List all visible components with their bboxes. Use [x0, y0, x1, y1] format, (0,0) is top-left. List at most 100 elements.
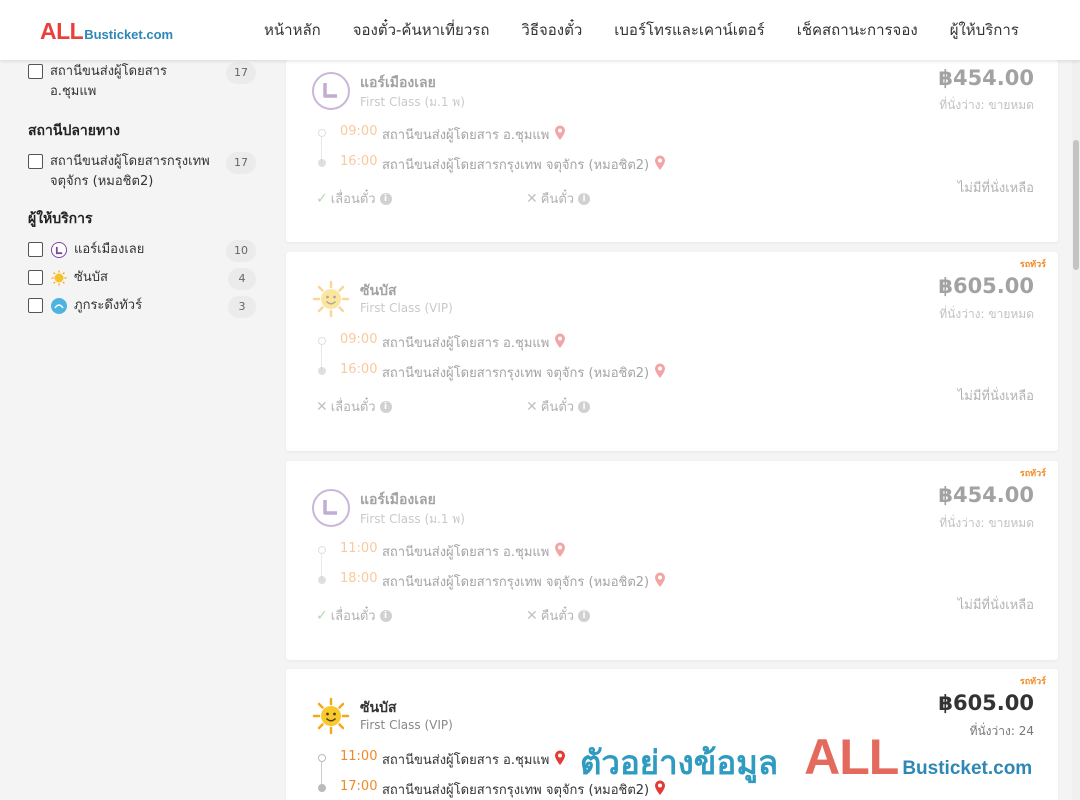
seats-available: ที่นั่งว่าง: ขายหมด	[939, 98, 1034, 112]
cross-icon: ✕	[526, 607, 538, 624]
site-logo[interactable]: ALL Busticket.com	[40, 18, 173, 45]
ticket-price: ฿454.00	[938, 483, 1034, 507]
info-icon[interactable]: i	[379, 192, 392, 205]
operator-label: ภูกระดึงทัวร์	[74, 298, 143, 313]
map-pin-icon[interactable]	[654, 572, 666, 592]
phukradueng-icon	[51, 298, 67, 314]
depart-dot	[318, 754, 326, 762]
scrollbar-thumb[interactable]	[1073, 140, 1079, 270]
trip-card[interactable]: รถทัวร์ ซันบัส First Class (VIP) ฿605.00…	[286, 669, 1058, 800]
operator-filter-row[interactable]: ซันบัส 4	[28, 268, 256, 290]
nav-check-booking[interactable]: เช็คสถานะการจอง	[781, 18, 934, 42]
ticket-price: ฿454.00	[938, 66, 1034, 90]
refund-label: คืนตั๋ว	[540, 192, 575, 207]
info-icon[interactable]: i	[578, 400, 591, 413]
operator-name: ซันบัส	[360, 283, 397, 299]
arrive-station: สถานีขนส่งผู้โดยสารกรุงเทพ จตุจักร (หมอช…	[382, 571, 666, 592]
arrive-dot	[318, 576, 326, 584]
depart-dot	[318, 129, 326, 137]
depart-station: สถานีขนส่งผู้โดยสาร อ.ชุมแพ	[382, 124, 566, 145]
destination-checkbox[interactable]	[28, 154, 43, 169]
ticket-price: ฿605.00	[938, 691, 1034, 715]
no-seats-label: ไม่มีที่นั่งเหลือ	[957, 598, 1034, 613]
reschedule-label: เลื่อนตั๋ว	[330, 400, 376, 415]
refund-policy: ✕ คืนตั๋ว i	[526, 188, 591, 209]
map-pin-icon[interactable]	[654, 155, 666, 175]
refund-label: คืนตั๋ว	[540, 400, 575, 415]
map-pin-icon[interactable]	[654, 780, 666, 800]
arrive-station: สถานีขนส่งผู้โดยสารกรุงเทพ จตุจักร (หมอช…	[382, 779, 666, 800]
reschedule-policy: ✕ เลื่อนตั๋ว i	[316, 396, 392, 417]
trip-card[interactable]: รถทัวร์ แอร์เมืองเลย First Class (ม.1 พ)…	[286, 461, 1058, 660]
depart-time: 11:00	[340, 541, 378, 556]
nav-how-to-book[interactable]: วิธีจองตั๋ว	[505, 18, 598, 42]
refund-label: คืนตั๋ว	[540, 609, 575, 624]
arrive-station-name: สถานีขนส่งผู้โดยสารกรุงเทพ จตุจักร (หมอช…	[382, 575, 650, 590]
operator-filter-row[interactable]: แอร์เมืองเลย 10	[28, 240, 256, 262]
depart-station-name: สถานีขนส่งผู้โดยสาร อ.ชุมแพ	[382, 336, 550, 351]
ticket-price: ฿605.00	[938, 274, 1034, 298]
map-pin-icon[interactable]	[554, 333, 566, 353]
depart-station: สถานีขนส่งผู้โดยสาร อ.ชุมแพ	[382, 541, 566, 562]
map-pin-icon[interactable]	[554, 125, 566, 145]
operator-count-badge: 4	[228, 268, 256, 290]
info-icon[interactable]: i	[578, 609, 591, 622]
arrive-station: สถานีขนส่งผู้โดยสารกรุงเทพ จตุจักร (หมอช…	[382, 154, 666, 175]
operator-name: ซันบัส	[360, 700, 397, 716]
depart-time: 09:00	[340, 124, 378, 139]
operator-label: ซันบัส	[74, 270, 108, 285]
sun-bus-logo-icon	[312, 697, 350, 735]
seats-available: ที่นั่งว่าง: ขายหมด	[939, 516, 1034, 530]
origin-checkbox[interactable]	[28, 64, 43, 79]
cross-icon: ✕	[526, 190, 538, 207]
arrive-station-name: สถานีขนส่งผู้โดยสารกรุงเทพ จตุจักร (หมอช…	[382, 783, 650, 798]
destination-label: สถานีขนส่งผู้โดยสารกรุงเทพ จตุจักร (หมอช…	[50, 154, 210, 189]
nav-operators[interactable]: ผู้ให้บริการ	[934, 18, 1035, 42]
operator-filter-row[interactable]: ภูกระดึงทัวร์ 3	[28, 296, 256, 318]
cross-icon: ✕	[316, 398, 328, 415]
operator-count-badge: 10	[226, 240, 256, 262]
refund-policy: ✕ คืนตั๋ว i	[526, 396, 591, 417]
origin-label: สถานีขนส่งผู้โดยสาร อ.ชุมแพ	[50, 64, 167, 99]
operator-count-badge: 3	[228, 296, 256, 318]
trip-card[interactable]: รถทัวร์ ซันบัส First Class (VIP) ฿605.00…	[286, 252, 1058, 451]
operator-name: แอร์เมืองเลย	[360, 75, 436, 91]
depart-station: สถานีขนส่งผู้โดยสาร อ.ชุมแพ	[382, 749, 566, 770]
operator-checkbox[interactable]	[28, 270, 43, 285]
arrive-time: 18:00	[340, 571, 378, 586]
seat-class: First Class (VIP)	[360, 301, 453, 315]
depart-station-name: สถานีขนส่งผู้โดยสาร อ.ชุมแพ	[382, 128, 550, 143]
nav-book-search[interactable]: จองตั๋ว-ค้นหาเที่ยวรถ	[337, 18, 506, 42]
sun-bus-logo-icon	[312, 280, 350, 318]
filter-sidebar: สถานีขนส่งผู้โดยสาร อ.ชุมแพ 17 สถานีปลาย…	[28, 60, 256, 326]
main-nav: หน้าหลัก จองตั๋ว-ค้นหาเที่ยวรถ วิธีจองตั…	[248, 0, 1035, 60]
refund-policy: ✕ คืนตั๋ว i	[526, 605, 591, 626]
reschedule-label: เลื่อนตั๋ว	[330, 609, 376, 624]
nav-phone-counter[interactable]: เบอร์โทรและเคาน์เตอร์	[598, 18, 780, 42]
info-icon[interactable]: i	[379, 609, 392, 622]
map-pin-icon[interactable]	[654, 363, 666, 383]
bus-type-tag: รถทัวร์	[1019, 469, 1046, 479]
map-pin-icon[interactable]	[554, 542, 566, 562]
depart-station: สถานีขนส่งผู้โดยสาร อ.ชุมแพ	[382, 332, 566, 353]
info-icon[interactable]: i	[578, 192, 591, 205]
seat-class: First Class (ม.1 พ)	[360, 512, 465, 526]
cross-icon: ✕	[526, 398, 538, 415]
operator-checkbox[interactable]	[28, 242, 43, 257]
map-pin-icon[interactable]	[554, 750, 566, 770]
depart-station-name: สถานีขนส่งผู้โดยสาร อ.ชุมแพ	[382, 545, 550, 560]
origin-filter-row[interactable]: สถานีขนส่งผู้โดยสาร อ.ชุมแพ 17	[28, 62, 256, 102]
operator-checkbox[interactable]	[28, 298, 43, 313]
arrive-station-name: สถานีขนส่งผู้โดยสารกรุงเทพ จตุจักร (หมอช…	[382, 366, 650, 381]
destination-section-title: สถานีปลายทาง	[28, 123, 120, 139]
info-icon[interactable]: i	[379, 400, 392, 413]
nav-home[interactable]: หน้าหลัก	[248, 18, 337, 42]
depart-dot	[318, 337, 326, 345]
sun-icon	[51, 270, 67, 286]
reschedule-policy: ✓ เลื่อนตั๋ว i	[316, 605, 392, 626]
destination-filter-row[interactable]: สถานีขนส่งผู้โดยสารกรุงเทพ จตุจักร (หมอช…	[28, 152, 256, 192]
operators-section-title: ผู้ให้บริการ	[28, 211, 93, 227]
arrive-time: 16:00	[340, 362, 378, 377]
logo-busticket-text: Busticket.com	[84, 27, 174, 42]
trip-card[interactable]: แอร์เมืองเลย First Class (ม.1 พ) ฿454.00…	[286, 60, 1058, 242]
